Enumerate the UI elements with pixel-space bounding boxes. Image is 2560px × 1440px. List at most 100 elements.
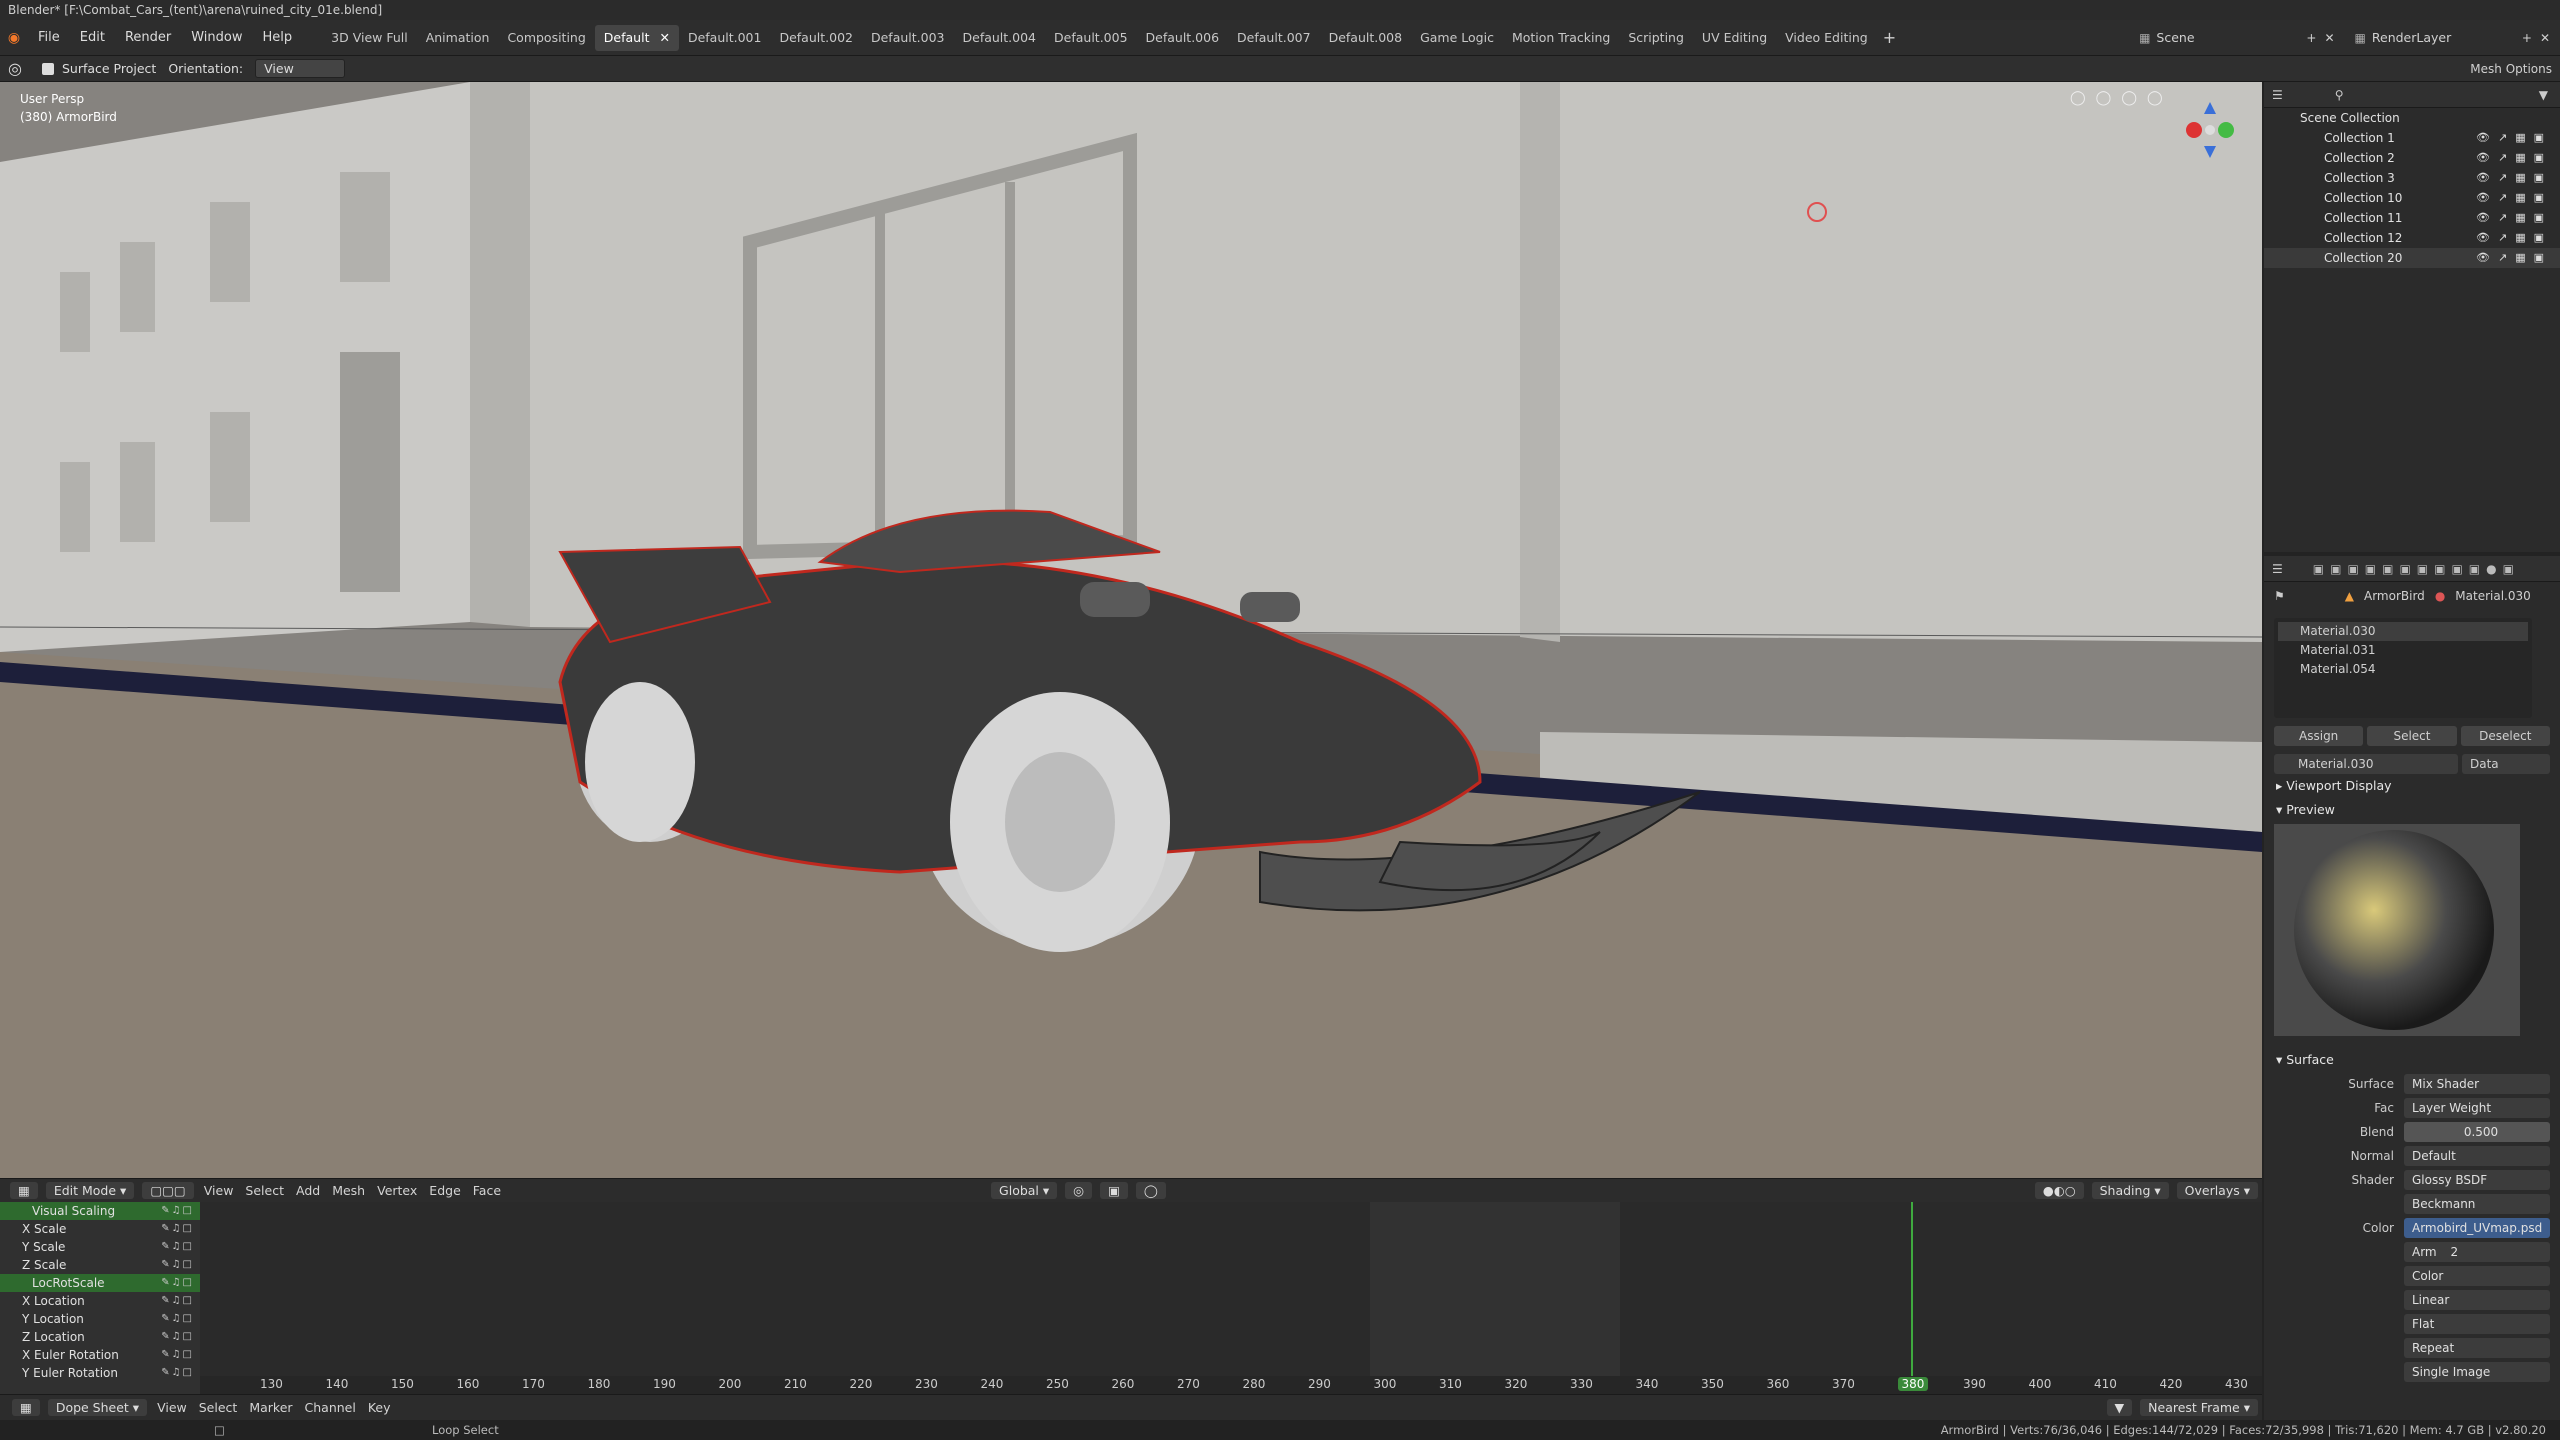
renderlayer-name[interactable]: RenderLayer [2372,30,2522,45]
snap-mode-dropdown[interactable]: Nearest Frame ▾ [2140,1399,2258,1416]
channel-icons[interactable]: ✎♫□ [161,1238,194,1256]
editor-type-icon[interactable]: ▦ [12,1399,40,1416]
channel-row[interactable]: X Euler Rotation ✎♫□ [0,1346,200,1364]
collection-row[interactable]: Collection 10 👁↗▦▣ [2264,188,2560,208]
collection-row[interactable]: Collection 3 👁↗▦▣ [2264,168,2560,188]
dopesheet-mode-dropdown[interactable]: Dope Sheet ▾ [47,1399,148,1416]
menu-mesh[interactable]: Mesh [332,1183,365,1198]
mesh-options-dropdown[interactable]: Mesh Options [2470,62,2552,76]
material-slot-list[interactable]: Material.030 Material.031 Material.054 [2274,618,2532,718]
snap-icon[interactable]: ▣ [1100,1182,1128,1199]
shading-dropdown[interactable]: Shading ▾ [2091,1182,2169,1199]
pivot-icon[interactable]: ◎ [1065,1182,1093,1199]
viewport-nav-icons[interactable]: ◯◯◯◯ [2070,90,2173,106]
material-slot[interactable]: Material.031 [2278,641,2528,660]
menu-render[interactable]: Render [115,20,181,56]
ds-menu-marker[interactable]: Marker [249,1400,292,1415]
menu-face[interactable]: Face [473,1183,501,1198]
panel-preview[interactable]: ▾ Preview [2264,798,2560,822]
collection-row[interactable]: Collection 12 👁↗▦▣ [2264,228,2560,248]
channel-row[interactable]: Y Euler Rotation ✎♫□ [0,1364,200,1382]
image-option[interactable]: Repeat [2404,1338,2550,1358]
select-mode-icons[interactable]: ▢▢▢ [142,1182,194,1199]
tab-compositing[interactable]: Compositing [498,25,594,51]
add-workspace-icon[interactable]: + [1883,28,1896,47]
panel-surface[interactable]: ▾ Surface [2264,1048,2560,1072]
filter-icon[interactable]: ▼ [2539,88,2548,102]
filter-icon[interactable]: ▼ [2106,1399,2133,1416]
tab-game-logic[interactable]: Game Logic [1411,25,1503,51]
channel-row[interactable]: Y Scale ✎♫□ [0,1238,200,1256]
tab-animation[interactable]: Animation [417,25,499,51]
menu-file[interactable]: File [28,20,70,56]
collection-row[interactable]: Collection 20 👁↗▦▣ [2264,248,2560,268]
visibility-icons[interactable]: 👁↗▦▣ [2476,208,2552,228]
panel-viewport-display[interactable]: ▸ Viewport Display [2264,774,2560,798]
tab-scripting[interactable]: Scripting [1619,25,1693,51]
visibility-icons[interactable]: 👁↗▦▣ [2476,168,2552,188]
search-icon[interactable]: ⚲ [2335,88,2344,102]
select-button[interactable]: Select [2367,726,2457,746]
navigation-gizmo[interactable] [2180,100,2240,160]
link-dropdown[interactable]: Data [2462,754,2550,774]
properties-tabs[interactable]: ☰ ▣▣▣▣▣▣▣▣▣▣●▣ [2264,556,2560,582]
tab-uv-editing[interactable]: UV Editing [1693,25,1776,51]
material-slot[interactable]: Material.030 [2278,622,2528,641]
3d-viewport[interactable]: User Persp (380) ArmorBird ◯◯◯◯ [0,82,2262,1190]
mode-dropdown[interactable]: Edit Mode ▾ [45,1182,135,1199]
image-option[interactable]: Color [2404,1266,2550,1286]
pin-icon[interactable]: ⚑ [2274,589,2285,603]
channel-icons[interactable]: ✎♫□ [161,1256,194,1274]
outliner-editor-icon[interactable]: ☰ [2272,88,2283,102]
scene-icon[interactable]: ▦ [2139,31,2150,45]
tab-default-001[interactable]: Default.001 [679,25,771,51]
tab-default-005[interactable]: Default.005 [1045,25,1137,51]
proportional-icon[interactable]: ◯ [1135,1182,1166,1199]
channel-icons[interactable]: ✎♫□ [161,1310,194,1328]
tab-3d-view-full[interactable]: 3D View Full [322,25,417,51]
delete-scene-icon[interactable]: ✕ [2324,31,2334,45]
channel-icons[interactable]: ✎♫□ [161,1328,194,1346]
orientation-dropdown[interactable]: View [255,59,346,78]
visibility-icons[interactable]: 👁↗▦▣ [2476,148,2552,168]
menu-window[interactable]: Window [181,20,252,56]
prop-value[interactable]: Armobird_UVmap.psd [2404,1218,2550,1238]
prop-value[interactable]: Default [2404,1146,2550,1166]
material-field[interactable]: Material.030 [2274,754,2458,774]
prop-value[interactable]: 0.500 [2404,1122,2550,1142]
properties-editor-icon[interactable]: ☰ [2272,562,2283,576]
channel-row[interactable]: Z Scale ✎♫□ [0,1256,200,1274]
material-slot[interactable]: Material.054 [2278,660,2528,679]
shading-mode-icons[interactable]: ●◐○ [2034,1182,2084,1199]
prop-value[interactable]: Glossy BSDF [2404,1170,2550,1190]
image-option[interactable]: Linear [2404,1290,2550,1310]
tab-default-008[interactable]: Default.008 [1320,25,1412,51]
blender-logo-icon[interactable]: ◉ [0,30,28,46]
image-option[interactable]: Flat [2404,1314,2550,1334]
new-scene-icon[interactable]: + [2306,31,2316,45]
prop-value[interactable]: Mix Shader [2404,1074,2550,1094]
scene-name[interactable]: Scene [2156,30,2306,45]
tab-default-002[interactable]: Default.002 [770,25,862,51]
visibility-icons[interactable]: 👁↗▦▣ [2476,188,2552,208]
editor-type-icon[interactable]: ▦ [10,1182,38,1199]
ds-menu-channel[interactable]: Channel [305,1400,356,1415]
channel-icons[interactable]: ✎♫□ [161,1292,194,1310]
delete-renderlayer-icon[interactable]: ✕ [2540,31,2550,45]
tab-motion-tracking[interactable]: Motion Tracking [1503,25,1619,51]
channel-icons[interactable]: ✎♫□ [161,1364,194,1382]
properties-editor[interactable]: ☰ ▣▣▣▣▣▣▣▣▣▣●▣ ⚑ ▲ ArmorBird ● Material.… [2264,556,2560,1420]
close-icon[interactable]: ✕ [659,30,669,45]
tab-default-003[interactable]: Default.003 [862,25,954,51]
deselect-button[interactable]: Deselect [2460,726,2550,746]
assign-button[interactable]: Assign [2274,726,2364,746]
tab-default-004[interactable]: Default.004 [954,25,1046,51]
tab-default-006[interactable]: Default.006 [1137,25,1229,51]
overlays-dropdown[interactable]: Overlays ▾ [2176,1182,2258,1199]
channel-icons[interactable]: ✎♫□ [161,1202,194,1220]
channel-icons[interactable]: ✎♫□ [161,1274,194,1292]
collection-row[interactable]: Collection 11 👁↗▦▣ [2264,208,2560,228]
outliner[interactable]: ☰ ⚲ ▼ Scene Collection Collection 1 👁↗▦▣ … [2264,82,2560,552]
properties-tab-icons[interactable]: ▣▣▣▣▣▣▣▣▣▣●▣ [2313,562,2520,576]
prop-value[interactable]: Layer Weight [2404,1098,2550,1118]
